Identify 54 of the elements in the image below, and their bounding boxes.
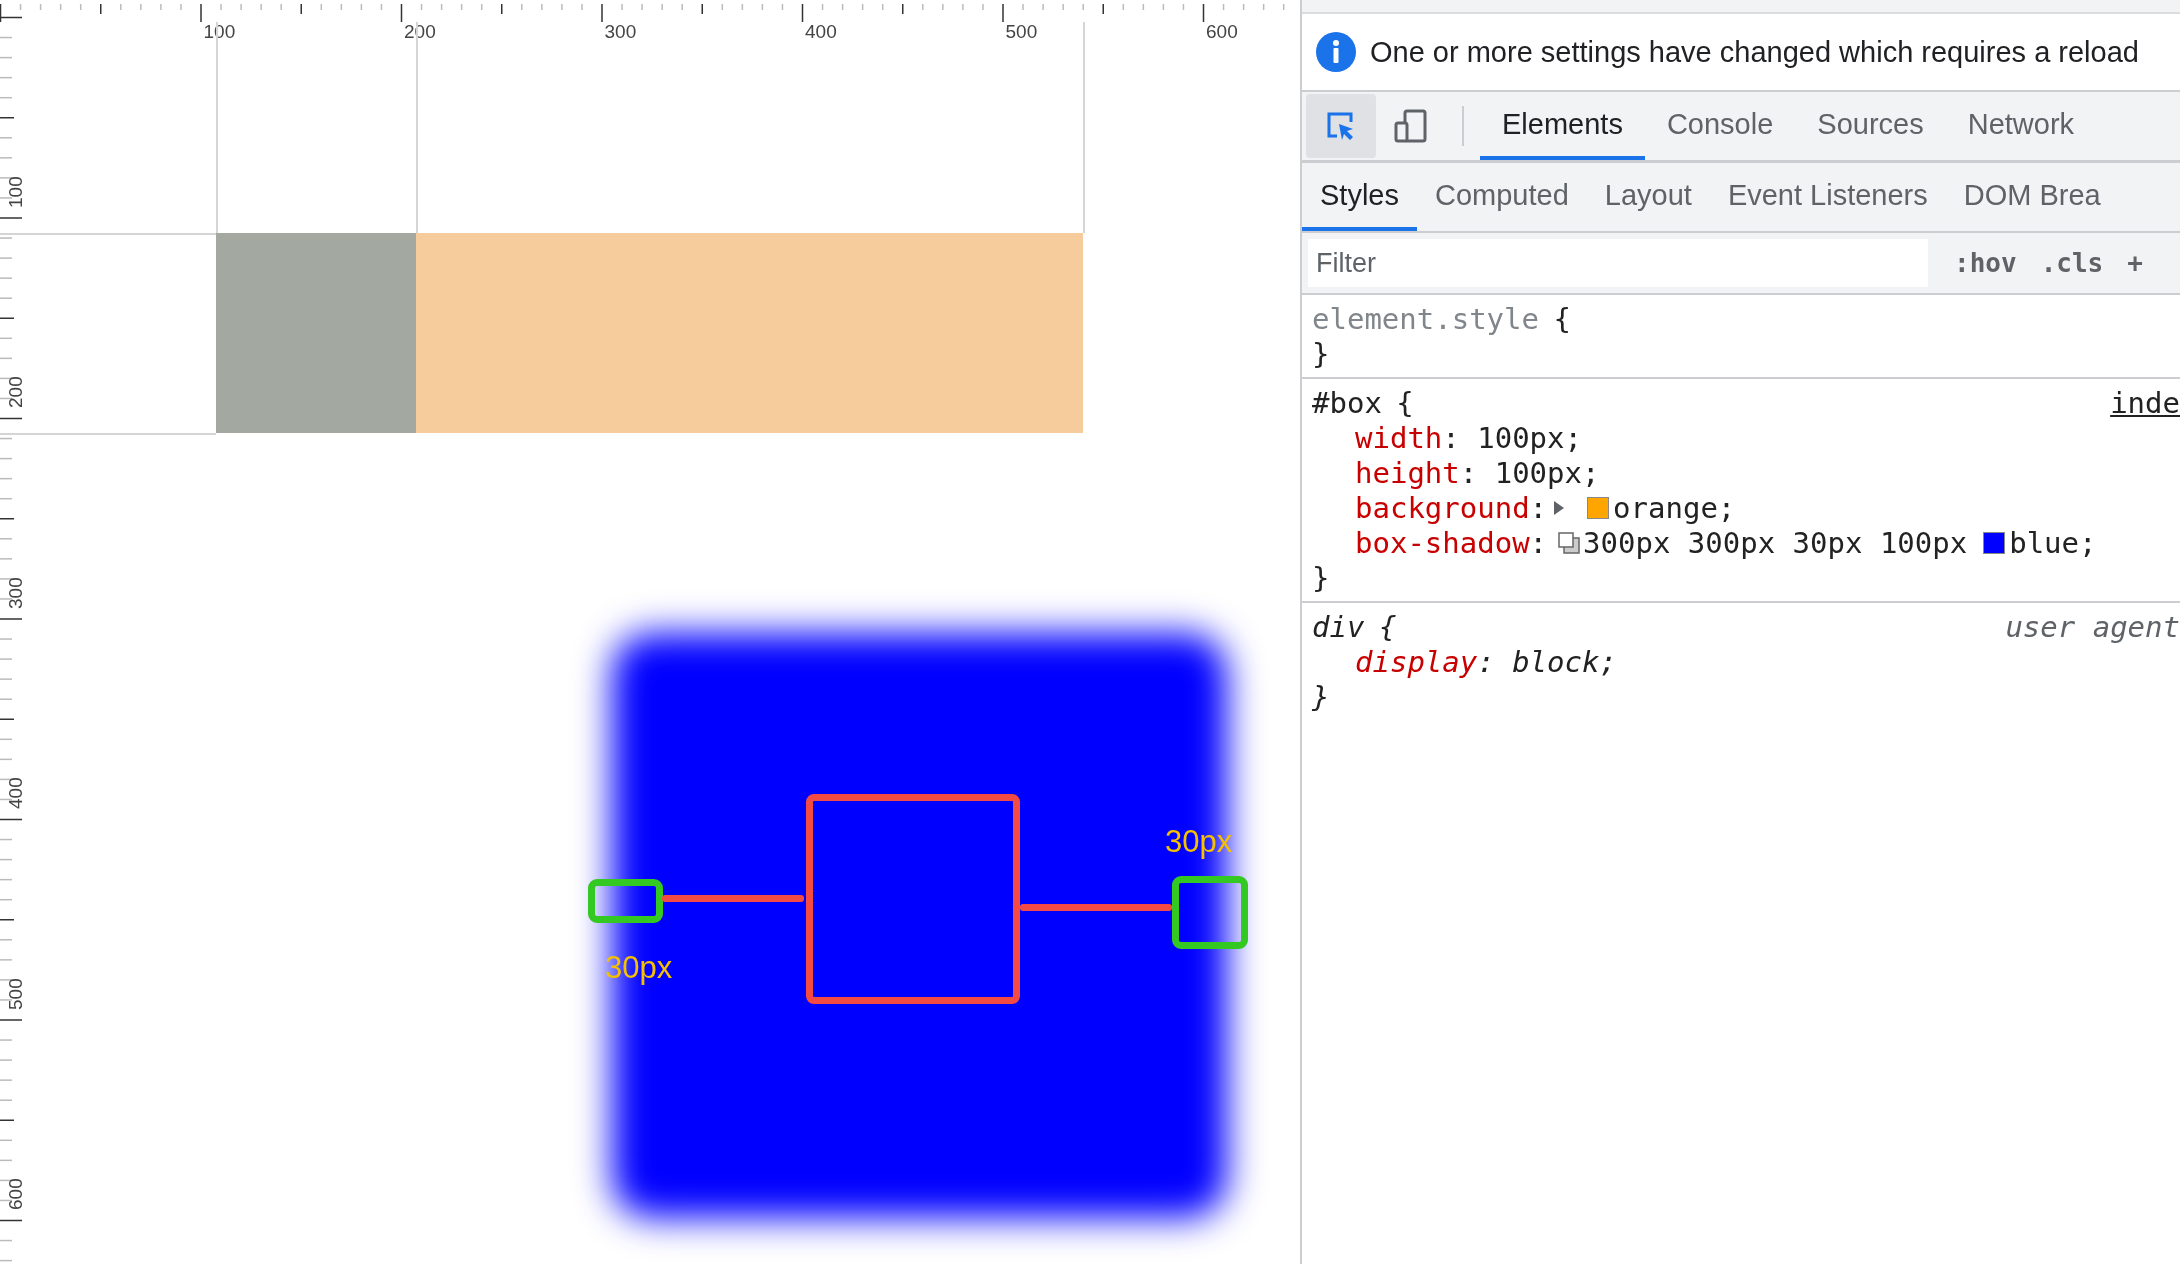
source-link[interactable]: inde	[2110, 385, 2180, 420]
css-property: background	[1355, 490, 1530, 525]
css-value: blue;	[2009, 525, 2097, 560]
info-icon	[1316, 32, 1356, 72]
filter-toggle[interactable]: .cls	[2028, 248, 2116, 278]
inspect-button[interactable]	[1306, 94, 1376, 158]
expand-arrow-icon[interactable]	[1553, 499, 1566, 516]
brace: }	[1312, 336, 1330, 371]
color-swatch[interactable]	[1587, 496, 1610, 519]
css-value: 300px 300px 30px 100px	[1583, 525, 1968, 560]
ruler-label: 400	[805, 22, 837, 41]
css-property: height	[1355, 455, 1460, 490]
ruler-label: 500	[1005, 22, 1038, 41]
css-value: orange;	[1613, 490, 1736, 525]
css-property: width	[1355, 420, 1443, 455]
css-property: box-shadow	[1355, 525, 1530, 560]
filter-toggle[interactable]: :hov	[1942, 248, 2029, 278]
pane-tab[interactable]: Event Listeners	[1709, 163, 1946, 231]
panel-tab[interactable]: Sources	[1795, 92, 1946, 160]
color-swatch[interactable]	[1983, 531, 2006, 554]
filter-toggle[interactable]: +	[2115, 248, 2155, 278]
ruler-label: 600	[6, 1177, 25, 1212]
ruler-label: 300	[6, 575, 25, 611]
notice-message: One or more settings have changed which requires a reload	[1370, 35, 2139, 69]
filter-field[interactable]: Filter	[1308, 239, 1928, 287]
brace: }	[1312, 560, 1330, 595]
brace: {	[1378, 609, 1397, 644]
css-value: : block;	[1477, 644, 1617, 679]
annotation-label: 30px	[1165, 824, 1233, 860]
ruler-label: 400	[6, 776, 25, 811]
panel-tab[interactable]: Network	[1945, 92, 2097, 160]
css-selector: element.style	[1312, 301, 1539, 336]
css-selector: div	[1312, 609, 1365, 644]
brace: }	[1312, 679, 1330, 714]
pane-tab[interactable]: DOM Brea	[1945, 163, 2119, 231]
css-value: : 100px;	[1459, 455, 1600, 490]
ruler-label: 300	[604, 22, 637, 41]
css-value: :	[1529, 525, 1548, 560]
pane-tab[interactable]: Layout	[1586, 163, 1710, 231]
css-selector: #box	[1312, 385, 1382, 420]
ruler-label: 200	[6, 375, 25, 410]
brace: {	[1396, 385, 1414, 420]
brace: {	[1553, 301, 1571, 336]
ruler-label: 600	[1206, 22, 1238, 41]
css-property: display	[1355, 644, 1478, 679]
source-label: user agent	[2005, 609, 2180, 644]
shadow-editor-icon[interactable]	[1557, 530, 1582, 555]
ruler-label: 500	[6, 976, 25, 1012]
device-icon	[1393, 108, 1429, 144]
pane-tab[interactable]: Computed	[1417, 163, 1587, 231]
css-value: : 100px;	[1442, 420, 1582, 455]
css-value: :	[1529, 490, 1548, 525]
ruler-label: 100	[6, 174, 25, 210]
panel-tab[interactable]: Console	[1644, 92, 1796, 160]
